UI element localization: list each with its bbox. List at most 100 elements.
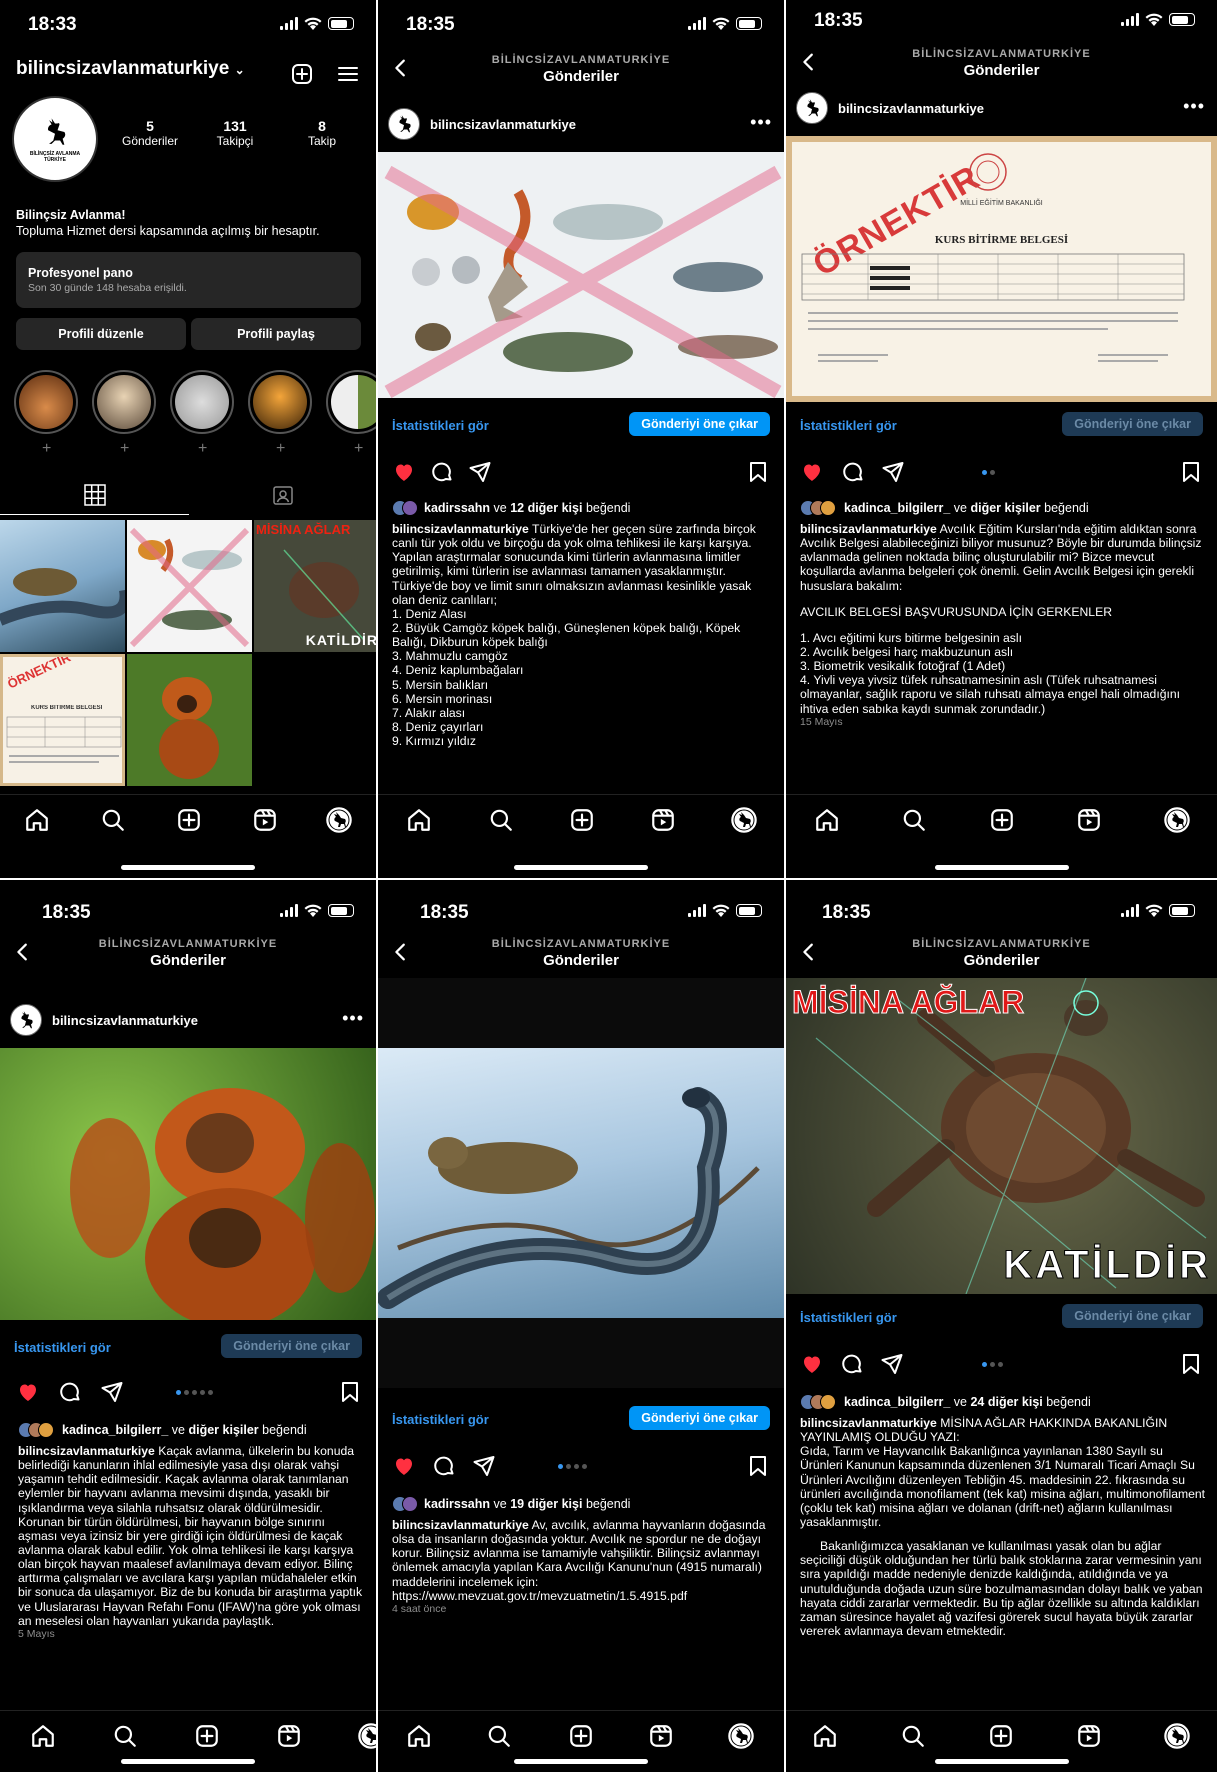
share-icon[interactable] [472, 1454, 496, 1478]
profile-username-switcher[interactable]: bilincsizavlanmaturkiye ⌄ [16, 58, 245, 80]
search-icon[interactable] [486, 1723, 512, 1749]
likes-summary[interactable]: kadinca_bilgilerr_ ve diğer kişiler beğe… [18, 1422, 366, 1438]
new-post-icon[interactable] [194, 1723, 220, 1749]
add-highlight-icon[interactable]: + [354, 440, 363, 458]
search-icon[interactable] [112, 1723, 138, 1749]
profile-tab-icon[interactable] [326, 807, 352, 833]
new-post-icon[interactable] [569, 807, 595, 833]
new-post-icon[interactable] [568, 1723, 594, 1749]
back-icon[interactable] [390, 56, 412, 80]
post-image[interactable] [378, 152, 784, 398]
post-avatar[interactable] [796, 92, 828, 124]
likes-summary[interactable]: kadirssahn ve 12 diğer kişi beğendi [392, 500, 774, 516]
back-icon[interactable] [390, 940, 412, 964]
search-icon[interactable] [901, 807, 927, 833]
like-icon[interactable] [392, 460, 416, 484]
menu-icon[interactable] [336, 62, 360, 86]
back-icon[interactable] [12, 940, 34, 964]
more-options-icon[interactable]: ••• [750, 112, 772, 133]
share-icon[interactable] [100, 1380, 124, 1404]
followers-stat[interactable]: 131 Takipçi [205, 118, 265, 148]
post-username[interactable]: bilincsizavlanmaturkiye [52, 1013, 198, 1028]
following-stat[interactable]: 8 Takip [292, 118, 352, 148]
reels-icon[interactable] [648, 1723, 674, 1749]
comment-icon[interactable] [432, 1454, 456, 1478]
post-image[interactable]: MİSİNA AĞLAR KATİLDİR [786, 978, 1217, 1294]
comment-icon[interactable] [58, 1380, 82, 1404]
comment-icon[interactable] [430, 460, 454, 484]
home-icon[interactable] [406, 807, 432, 833]
boost-post-button[interactable]: Gönderiyi öne çıkar [629, 1406, 770, 1430]
caption-username[interactable]: bilincsizavlanmaturkiye [392, 1518, 529, 1532]
save-icon[interactable] [746, 460, 770, 484]
profile-tab-icon[interactable] [1164, 807, 1190, 833]
likes-summary[interactable]: kadinca_bilgilerr_ ve diğer kişiler beğe… [800, 500, 1207, 516]
share-icon[interactable] [880, 1352, 904, 1376]
add-highlight-icon[interactable]: + [120, 440, 129, 458]
save-icon[interactable] [1179, 1352, 1203, 1376]
view-insights-link[interactable]: İstatistikleri gör [392, 418, 489, 433]
home-icon[interactable] [24, 807, 50, 833]
post-thumbnail-mongoose[interactable] [0, 520, 125, 652]
reels-icon[interactable] [252, 807, 278, 833]
caption-username[interactable]: bilincsizavlanmaturkiye [800, 522, 937, 536]
post-thumbnail-orangutan[interactable] [127, 654, 252, 786]
tagged-tab-icon[interactable] [272, 484, 294, 506]
new-post-icon[interactable] [176, 807, 202, 833]
comment-icon[interactable] [841, 460, 865, 484]
home-icon[interactable] [406, 1723, 432, 1749]
likes-summary[interactable]: kadinca_bilgilerr_ ve 24 diğer kişi beğe… [800, 1394, 1207, 1410]
posts-stat[interactable]: 5 Gönderiler [120, 118, 180, 148]
view-insights-link[interactable]: İstatistikleri gör [800, 1310, 897, 1325]
post-thumbnail-certificate[interactable]: ÖRNEKTİR KURS BİTİRME BELGESİ [0, 654, 125, 786]
caption-username[interactable]: bilincsizavlanmaturkiye [800, 1416, 937, 1430]
caption-username[interactable]: bilincsizavlanmaturkiye [18, 1444, 155, 1458]
post-thumbnail-sea-creatures[interactable] [127, 520, 252, 652]
view-insights-link[interactable]: İstatistikleri gör [14, 1340, 111, 1355]
home-icon[interactable] [812, 1723, 838, 1749]
search-icon[interactable] [100, 807, 126, 833]
save-icon[interactable] [746, 1454, 770, 1478]
post-thumbnail-turtle[interactable]: MİSİNA AĞLAR KATİLDİR [254, 520, 376, 652]
more-options-icon[interactable]: ••• [342, 1008, 364, 1029]
save-icon[interactable] [1179, 460, 1203, 484]
boost-post-button[interactable]: Gönderiyi öne çıkar [1062, 1304, 1203, 1328]
new-post-icon[interactable] [989, 807, 1015, 833]
back-icon[interactable] [798, 50, 820, 74]
caption-username[interactable]: bilincsizavlanmaturkiye [392, 522, 529, 536]
boost-post-button[interactable]: Gönderiyi öne çıkar [629, 412, 770, 436]
like-icon[interactable] [800, 460, 824, 484]
profile-tab-icon[interactable] [728, 1723, 754, 1749]
reels-icon[interactable] [276, 1723, 302, 1749]
comment-icon[interactable] [840, 1352, 864, 1376]
profile-tab-icon[interactable] [358, 1723, 378, 1749]
boost-post-button[interactable]: Gönderiyi öne çıkar [221, 1334, 362, 1358]
story-highlight[interactable] [326, 370, 376, 434]
home-icon[interactable] [814, 807, 840, 833]
post-username[interactable]: bilincsizavlanmaturkiye [838, 101, 984, 116]
more-options-icon[interactable]: ••• [1183, 96, 1205, 117]
home-icon[interactable] [30, 1723, 56, 1749]
profile-tab-icon[interactable] [731, 807, 757, 833]
story-highlight[interactable] [248, 370, 312, 434]
like-icon[interactable] [800, 1352, 824, 1376]
reels-icon[interactable] [650, 807, 676, 833]
share-icon[interactable] [468, 460, 492, 484]
add-highlight-icon[interactable]: + [276, 440, 285, 458]
post-avatar[interactable] [10, 1004, 42, 1036]
add-highlight-icon[interactable]: + [42, 440, 51, 458]
back-icon[interactable] [798, 940, 820, 964]
add-post-icon[interactable] [290, 62, 314, 86]
new-post-icon[interactable] [988, 1723, 1014, 1749]
search-icon[interactable] [488, 807, 514, 833]
story-highlight[interactable] [170, 370, 234, 434]
edit-profile-button[interactable]: Profili düzenle [16, 318, 186, 350]
add-highlight-icon[interactable]: + [198, 440, 207, 458]
post-image[interactable] [378, 1048, 784, 1318]
view-insights-link[interactable]: İstatistikleri gör [800, 418, 897, 433]
share-profile-button[interactable]: Profili paylaş [191, 318, 361, 350]
save-icon[interactable] [338, 1380, 362, 1404]
profile-avatar[interactable]: BİLİNÇSİZ AVLANMA TÜRKİYE [12, 96, 98, 182]
reels-icon[interactable] [1076, 807, 1102, 833]
post-image[interactable] [0, 1048, 376, 1320]
